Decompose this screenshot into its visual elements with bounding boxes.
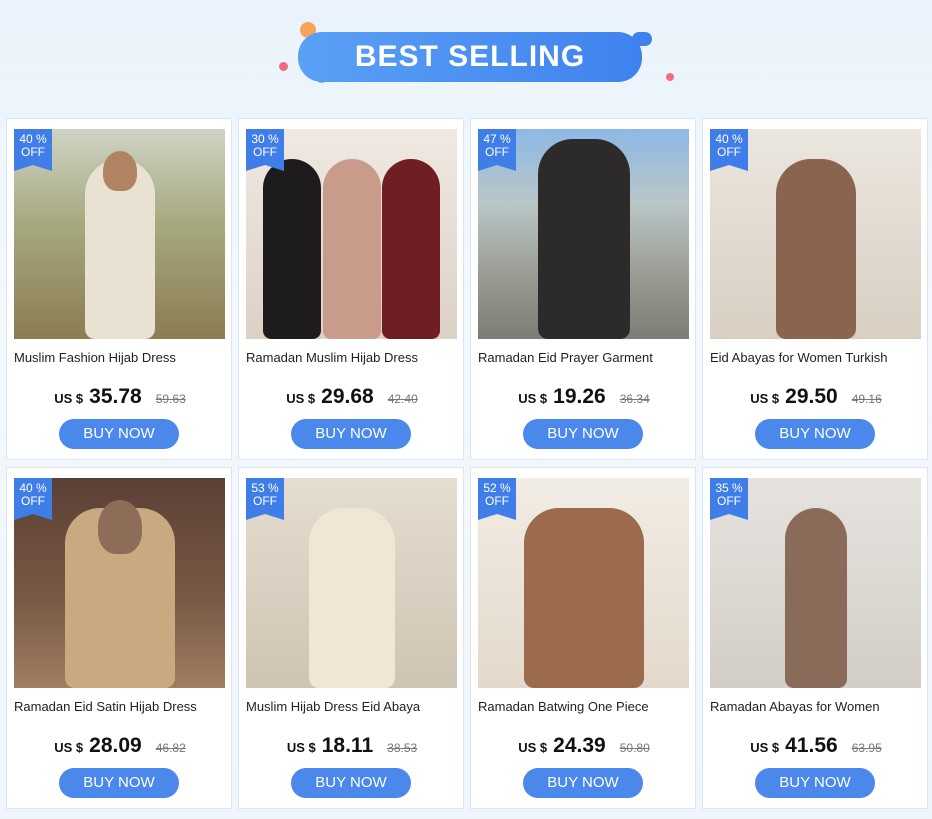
price: 24.39: [553, 734, 606, 757]
decor-dot: [666, 73, 674, 81]
product-title[interactable]: Ramadan Abayas for Women: [710, 699, 924, 714]
product-card[interactable]: 40 % OFF Ramadan Eid Satin Hijab Dress US…: [6, 467, 232, 809]
buy-now-button[interactable]: BUY NOW: [59, 419, 179, 449]
old-price: 42.40: [387, 392, 418, 406]
discount-badge: 40 % OFF: [14, 478, 52, 520]
price-row: US $ 29.68 42.40: [239, 385, 465, 409]
price: 18.11: [321, 734, 374, 757]
buy-now-button[interactable]: BUY NOW: [523, 419, 643, 449]
product-title[interactable]: Ramadan Eid Satin Hijab Dress: [14, 699, 228, 714]
old-price: 46.82: [155, 741, 186, 755]
discount-badge: 52 % OFF: [478, 478, 516, 520]
product-image[interactable]: 52 % OFF: [478, 478, 689, 688]
price: 35.78: [89, 385, 142, 408]
discount-badge: 40 % OFF: [710, 129, 748, 171]
currency: US $: [54, 740, 84, 755]
old-price: 59.63: [155, 392, 186, 406]
product-title[interactable]: Muslim Hijab Dress Eid Abaya: [246, 699, 460, 714]
product-title[interactable]: Ramadan Eid Prayer Garment: [478, 350, 692, 365]
buy-now-button[interactable]: BUY NOW: [291, 419, 411, 449]
discount-badge: 47 % OFF: [478, 129, 516, 171]
currency: US $: [750, 391, 780, 406]
currency: US $: [518, 740, 548, 755]
buy-now-button[interactable]: BUY NOW: [755, 419, 875, 449]
price: 28.09: [89, 734, 142, 757]
price-row: US $ 28.09 46.82: [7, 734, 233, 758]
old-price: 50.80: [619, 741, 650, 755]
product-card[interactable]: 40 % OFF Muslim Fashion Hijab Dress US $ …: [6, 118, 232, 460]
decor-dot: [279, 62, 288, 71]
price-row: US $ 35.78 59.63: [7, 385, 233, 409]
price: 29.50: [785, 385, 838, 408]
discount-badge: 30 % OFF: [246, 129, 284, 171]
product-card[interactable]: 30 % OFF Ramadan Muslim Hijab Dress US $ …: [238, 118, 464, 460]
product-card[interactable]: 53 % OFF Muslim Hijab Dress Eid Abaya US …: [238, 467, 464, 809]
product-image[interactable]: 40 % OFF: [710, 129, 921, 339]
old-price: 36.34: [619, 392, 650, 406]
product-image[interactable]: 35 % OFF: [710, 478, 921, 688]
product-image[interactable]: 40 % OFF: [14, 129, 225, 339]
price: 19.26: [553, 385, 606, 408]
price: 41.56: [785, 734, 838, 757]
best-selling-banner: BEST SELLING: [298, 32, 642, 82]
product-image[interactable]: 40 % OFF: [14, 478, 225, 688]
buy-now-button[interactable]: BUY NOW: [523, 768, 643, 798]
product-title[interactable]: Muslim Fashion Hijab Dress: [14, 350, 228, 365]
price-row: US $ 29.50 49.16: [703, 385, 929, 409]
price-row: US $ 24.39 50.80: [471, 734, 697, 758]
header: BEST SELLING: [0, 0, 932, 112]
currency: US $: [54, 391, 84, 406]
currency: US $: [750, 740, 780, 755]
product-title[interactable]: Ramadan Muslim Hijab Dress: [246, 350, 460, 365]
product-card[interactable]: 35 % OFF Ramadan Abayas for Women US $ 41…: [702, 467, 928, 809]
currency: US $: [286, 740, 316, 755]
price-row: US $ 19.26 36.34: [471, 385, 697, 409]
discount-badge: 40 % OFF: [14, 129, 52, 171]
old-price: 49.16: [851, 392, 882, 406]
price: 29.68: [321, 385, 374, 408]
product-image[interactable]: 47 % OFF: [478, 129, 689, 339]
currency: US $: [286, 391, 316, 406]
product-card[interactable]: 47 % OFF Ramadan Eid Prayer Garment US $ …: [470, 118, 696, 460]
discount-badge: 53 % OFF: [246, 478, 284, 520]
buy-now-button[interactable]: BUY NOW: [755, 768, 875, 798]
currency: US $: [518, 391, 548, 406]
product-card[interactable]: 52 % OFF Ramadan Batwing One Piece US $ 2…: [470, 467, 696, 809]
product-title[interactable]: Ramadan Batwing One Piece: [478, 699, 692, 714]
price-row: US $ 41.56 63.95: [703, 734, 929, 758]
old-price: 63.95: [851, 741, 882, 755]
product-image[interactable]: 30 % OFF: [246, 129, 457, 339]
product-card[interactable]: 40 % OFF Eid Abayas for Women Turkish US …: [702, 118, 928, 460]
product-title[interactable]: Eid Abayas for Women Turkish: [710, 350, 924, 365]
price-row: US $ 18.11 38.53: [239, 734, 465, 758]
product-image[interactable]: 53 % OFF: [246, 478, 457, 688]
buy-now-button[interactable]: BUY NOW: [291, 768, 411, 798]
old-price: 38.53: [387, 741, 418, 755]
buy-now-button[interactable]: BUY NOW: [59, 768, 179, 798]
discount-badge: 35 % OFF: [710, 478, 748, 520]
